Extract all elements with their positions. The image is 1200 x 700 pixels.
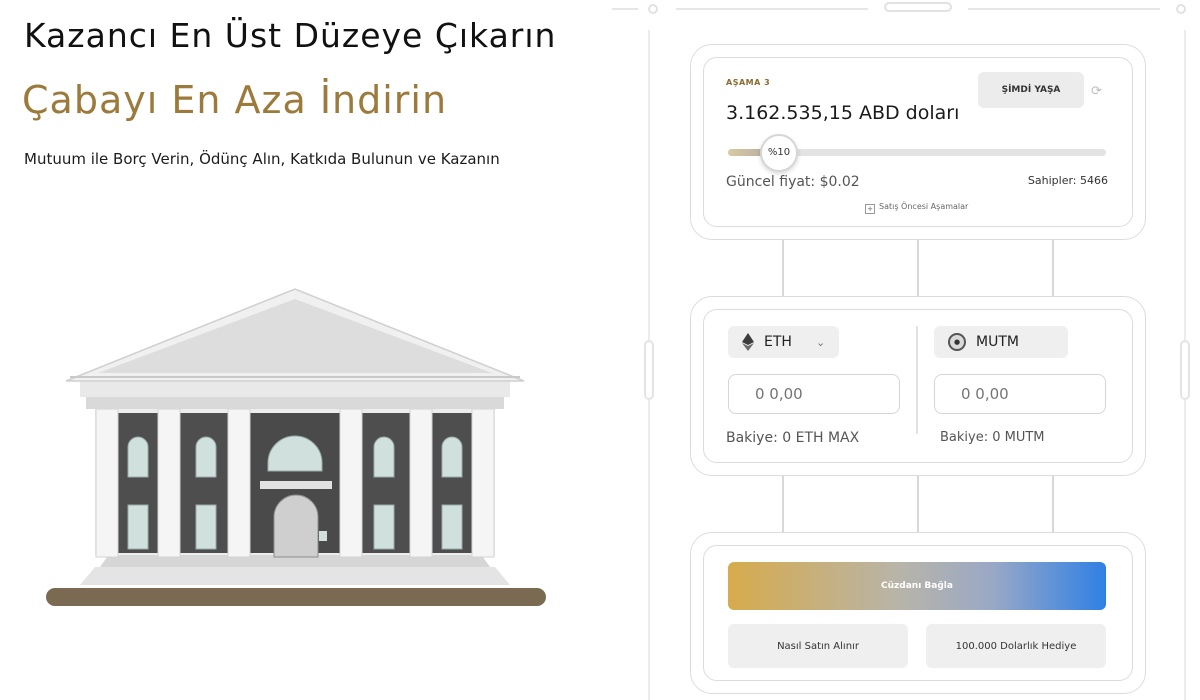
hero-tagline: Mutuum ile Borç Verin, Ödünç Alın, Katkı… [24,150,500,168]
progress-percent-badge: %10 [760,134,798,172]
actions-card: Cüzdanı Bağla Nasıl Satın Alınır 100.000… [690,532,1146,694]
pay-amount-input[interactable] [728,374,900,414]
how-to-buy-button[interactable]: Nasıl Satın Alınır [728,624,908,668]
mutm-coin-icon: ● [948,333,966,351]
receive-amount-input[interactable] [934,374,1106,414]
stage-label: AŞAMA 3 [726,78,771,87]
presale-stages-link[interactable]: + Satış Öncesi Aşamalar [865,202,968,214]
presale-card-inner: AŞAMA 3 ŞİMDİ YAŞA ⟳ 3.162.535,15 ABD do… [703,57,1133,227]
holders-count: Sahipler: 5466 [1027,174,1108,187]
current-price: Güncel fiyat: $0.02 [726,174,860,190]
ethereum-icon [742,333,754,351]
actions-card-inner: Cüzdanı Bağla Nasıl Satın Alınır 100.000… [703,545,1133,681]
chevron-down-icon: ⌄ [815,335,826,349]
pay-balance[interactable]: Bakiye: 0 ETH MAX [726,430,859,446]
card-connector [917,240,919,296]
pay-token-label: ETH [764,334,792,350]
frame-side-handle [644,340,654,400]
swap-divider [916,326,918,434]
frame-line [612,8,638,10]
card-connector [917,476,919,532]
swap-card-inner: ETH ⌄ ● MUTM Bakiye: 0 ETH MAX Bakiye: 0… [703,309,1133,463]
pay-token-selector[interactable]: ETH ⌄ [728,326,840,358]
receive-token-display: ● MUTM [934,326,1068,358]
presale-card: AŞAMA 3 ŞİMDİ YAŞA ⟳ 3.162.535,15 ABD do… [690,44,1146,240]
expand-icon: + [865,204,875,214]
card-connector [1052,240,1054,296]
hero-subtitle: Çabayı En Aza İndirin [22,78,448,122]
frame-line [968,8,1160,10]
raised-amount: 3.162.535,15 ABD doları [726,102,960,124]
refresh-icon[interactable]: ⟳ [1091,84,1102,99]
bank-building-illustration [46,288,546,606]
connect-wallet-button[interactable]: Cüzdanı Bağla [728,562,1106,610]
card-connector [782,476,784,532]
frame-pill [884,2,952,12]
receive-balance: Bakiye: 0 MUTM [940,430,1045,445]
frame-dot [648,4,658,14]
frame-dot [1176,4,1186,14]
buy-now-button[interactable]: ŞİMDİ YAŞA [978,72,1084,108]
hero-title: Kazancı En Üst Düzeye Çıkarın [24,16,557,55]
presale-stages-label: Satış Öncesi Aşamalar [879,202,969,211]
swap-card: ETH ⌄ ● MUTM Bakiye: 0 ETH MAX Bakiye: 0… [690,296,1146,476]
card-connector [782,240,784,296]
frame-line [676,8,868,10]
giveaway-button[interactable]: 100.000 Dolarlık Hediye [926,624,1106,668]
frame-side-handle [1180,340,1190,400]
card-connector [1052,476,1054,532]
receive-token-label: MUTM [976,334,1019,350]
